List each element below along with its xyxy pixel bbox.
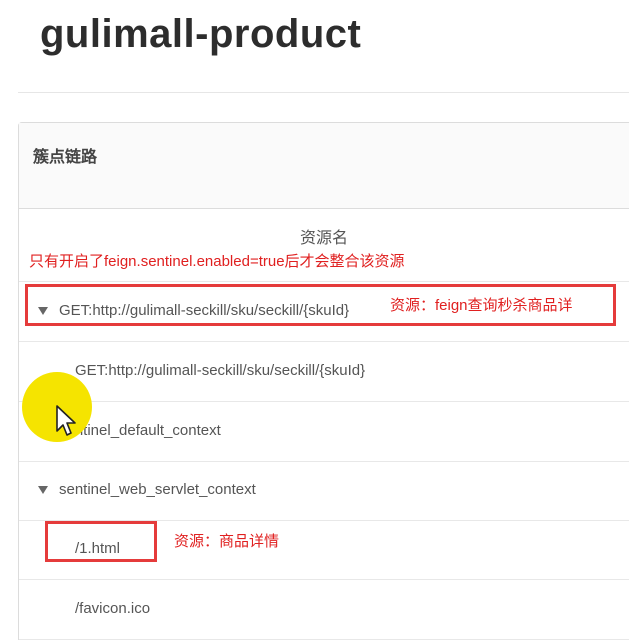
app-title: gulimall-product <box>40 12 362 56</box>
caret-down-icon[interactable] <box>38 486 48 494</box>
resource-name: sentinel_web_servlet_context <box>59 481 256 498</box>
resource-name: /favicon.ico <box>75 600 151 617</box>
mouse-cursor-icon <box>56 405 76 436</box>
feign-enabled-annotation: 只有开启了feign.sentinel.enabled=true后才会整合该资源 <box>29 253 405 270</box>
resource-column-header: 资源名 只有开启了feign.sentinel.enabled=true后才会整… <box>19 210 629 282</box>
screen: gulimall-product 簇点链路 资源名 只有开启了feign.sen… <box>0 0 629 640</box>
resource-name: GET:http://gulimall-seckill/sku/seckill/… <box>75 362 366 379</box>
feign-resource-annotation: 资源：feign查询秒杀商品详 <box>390 297 573 314</box>
cluster-link-panel: 簇点链路 资源名 只有开启了feign.sentinel.enabled=tru… <box>18 122 629 640</box>
panel-heading-title: 簇点链路 <box>33 149 98 166</box>
tree-row-default-context[interactable]: sentinel_default_context <box>19 403 629 462</box>
resource-name-header: 资源名 <box>299 230 348 247</box>
title-divider <box>18 92 629 93</box>
page-resource-annotation: 资源：商品详情 <box>174 533 280 550</box>
page-resource-highlight-box <box>45 521 157 562</box>
tree-row-feign-child[interactable]: GET:http://gulimall-seckill/sku/seckill/… <box>19 343 629 402</box>
tree-row-favicon[interactable]: /favicon.ico <box>19 581 629 640</box>
tree-row-web-servlet-context[interactable]: sentinel_web_servlet_context <box>19 462 629 521</box>
panel-heading: 簇点链路 <box>19 123 629 209</box>
